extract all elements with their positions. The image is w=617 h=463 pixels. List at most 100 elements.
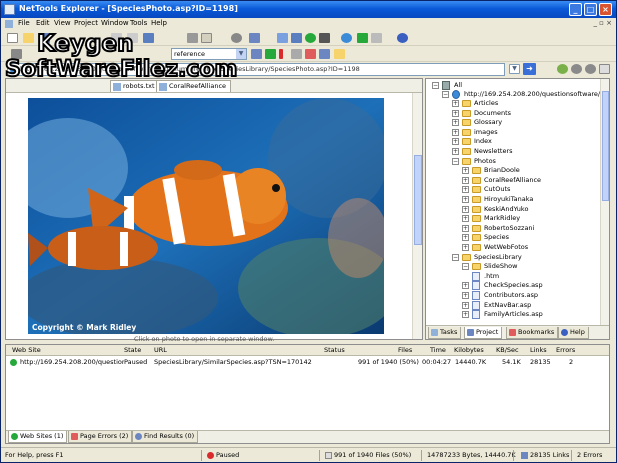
bookmark-icon[interactable] <box>305 49 316 59</box>
add-icon[interactable] <box>265 49 276 59</box>
expand-icon[interactable]: + <box>452 148 459 155</box>
minimize-button[interactable]: _ <box>569 3 582 16</box>
col-state[interactable]: State <box>124 346 141 354</box>
col-errors[interactable]: Errors <box>556 346 575 354</box>
expand-icon[interactable]: + <box>452 138 459 146</box>
table-row[interactable]: http://169.254.208.200/questionsoftware … <box>6 357 609 367</box>
scroll-thumb[interactable] <box>414 155 422 245</box>
mdi-window-buttons[interactable]: _ ▫ × <box>593 19 612 27</box>
col-files[interactable]: Files <box>398 346 412 354</box>
expand-icon[interactable]: + <box>462 292 469 299</box>
numbering-icon[interactable] <box>187 33 198 43</box>
tab-find-results[interactable]: Find Results (0) <box>132 431 199 443</box>
refresh-icon[interactable] <box>341 33 352 43</box>
menu-project[interactable]: Project <box>74 19 98 27</box>
go-icon[interactable] <box>251 49 262 59</box>
edit-icon[interactable] <box>599 64 610 74</box>
book-icon[interactable] <box>319 33 330 43</box>
chevron-down-icon[interactable]: ▼ <box>236 49 246 59</box>
expand-icon[interactable]: + <box>462 176 469 184</box>
col-links[interactable]: Links <box>530 346 547 354</box>
expand-icon[interactable]: + <box>462 196 469 203</box>
tab-tasks[interactable]: Tasks <box>428 327 462 339</box>
menu-view[interactable]: View <box>54 19 71 27</box>
new-icon[interactable] <box>7 33 18 43</box>
alert-icon[interactable] <box>279 49 283 59</box>
url-field[interactable]: http://169.254.208.200/questionsoftware/… <box>7 63 505 76</box>
expand-icon[interactable]: + <box>452 128 459 136</box>
expand-icon[interactable]: + <box>452 109 459 117</box>
tab-robots-txt[interactable]: robots.txt <box>110 80 160 92</box>
help-icon[interactable] <box>397 33 408 43</box>
results-header: Web Site State URL Status Files Time Kil… <box>6 345 609 356</box>
expand-icon[interactable]: + <box>462 186 469 194</box>
collapse-icon[interactable]: − <box>432 82 439 89</box>
pause-icon[interactable] <box>371 33 382 43</box>
expand-icon[interactable]: + <box>462 215 469 223</box>
menu-help[interactable]: Help <box>151 19 167 27</box>
document-scrollbar[interactable] <box>412 93 422 339</box>
col-kbsec[interactable]: KB/Sec <box>496 346 519 354</box>
menu-window[interactable]: Window <box>101 19 129 27</box>
tree-item-label: Glossary <box>474 118 503 127</box>
save-icon[interactable] <box>39 33 50 43</box>
reference-combo[interactable]: reference ▼ <box>171 48 247 60</box>
globe-icon[interactable] <box>305 33 316 43</box>
col-kilobytes[interactable]: Kilobytes <box>454 346 484 354</box>
go-arrow-icon[interactable]: ➜ <box>523 63 536 75</box>
expand-icon[interactable]: + <box>462 234 469 242</box>
expand-icon[interactable]: + <box>462 205 469 213</box>
image-tool-icon[interactable] <box>291 49 302 59</box>
play-icon[interactable] <box>357 33 368 43</box>
expand-icon[interactable]: + <box>462 224 469 232</box>
expand-icon[interactable]: + <box>462 244 469 251</box>
expand-icon[interactable]: + <box>462 167 469 175</box>
close-button[interactable]: × <box>599 3 612 16</box>
folder-icon <box>462 138 471 146</box>
zoom-icon[interactable] <box>231 33 242 43</box>
open-icon[interactable] <box>23 33 34 43</box>
links-icon[interactable] <box>277 33 288 43</box>
expand-icon[interactable]: + <box>462 282 469 290</box>
document-icon[interactable] <box>5 20 13 28</box>
paste-icon[interactable] <box>127 33 138 43</box>
address-dropdown[interactable]: ▼ <box>509 64 520 74</box>
grid-icon[interactable] <box>201 33 212 43</box>
status-gray-icon-2[interactable] <box>585 64 596 74</box>
tab-web-sites[interactable]: Web Sites (1) <box>8 431 68 443</box>
col-time[interactable]: Time <box>430 346 446 354</box>
expand-icon[interactable]: + <box>462 311 469 319</box>
status-green-icon[interactable] <box>557 64 568 74</box>
view-icon[interactable] <box>249 33 260 43</box>
tab-coralreefalliance[interactable]: CoralReefAlliance <box>156 80 232 92</box>
menu-tools[interactable]: Tools <box>130 19 147 27</box>
find-icon[interactable] <box>143 33 154 43</box>
expand-icon[interactable]: + <box>462 301 469 309</box>
col-status[interactable]: Status <box>324 346 345 354</box>
expand-icon[interactable]: + <box>452 119 459 127</box>
species-photo[interactable]: Copyright © Mark Ridley <box>28 98 384 334</box>
image-icon[interactable] <box>291 33 302 43</box>
expand-icon[interactable]: − <box>452 157 459 165</box>
menu-file[interactable]: File <box>18 19 30 27</box>
page-icon[interactable] <box>319 49 330 59</box>
collapse-icon[interactable]: − <box>442 91 449 98</box>
maximize-button[interactable]: □ <box>584 3 597 16</box>
tab-bookmarks[interactable]: Bookmarks <box>506 327 559 339</box>
status-gray-icon[interactable] <box>571 64 582 74</box>
note-icon[interactable] <box>334 49 345 59</box>
scroll-thumb[interactable] <box>602 91 609 201</box>
tree-scrollbar[interactable] <box>600 79 609 325</box>
menu-edit[interactable]: Edit <box>36 19 50 27</box>
tree-item-label: KeskiAndYuko <box>484 204 529 213</box>
col-web-site[interactable]: Web Site <box>12 346 41 354</box>
tab-help[interactable]: Help <box>558 327 589 339</box>
site-icon[interactable] <box>11 49 22 59</box>
copy-icon[interactable] <box>111 33 122 43</box>
expand-icon[interactable]: − <box>462 263 469 271</box>
expand-icon[interactable]: − <box>452 253 459 261</box>
expand-icon[interactable]: + <box>452 100 459 107</box>
col-url[interactable]: URL <box>154 346 167 354</box>
tab-page-errors[interactable]: Page Errors (2) <box>68 431 133 443</box>
tab-project[interactable]: Project <box>464 327 503 339</box>
